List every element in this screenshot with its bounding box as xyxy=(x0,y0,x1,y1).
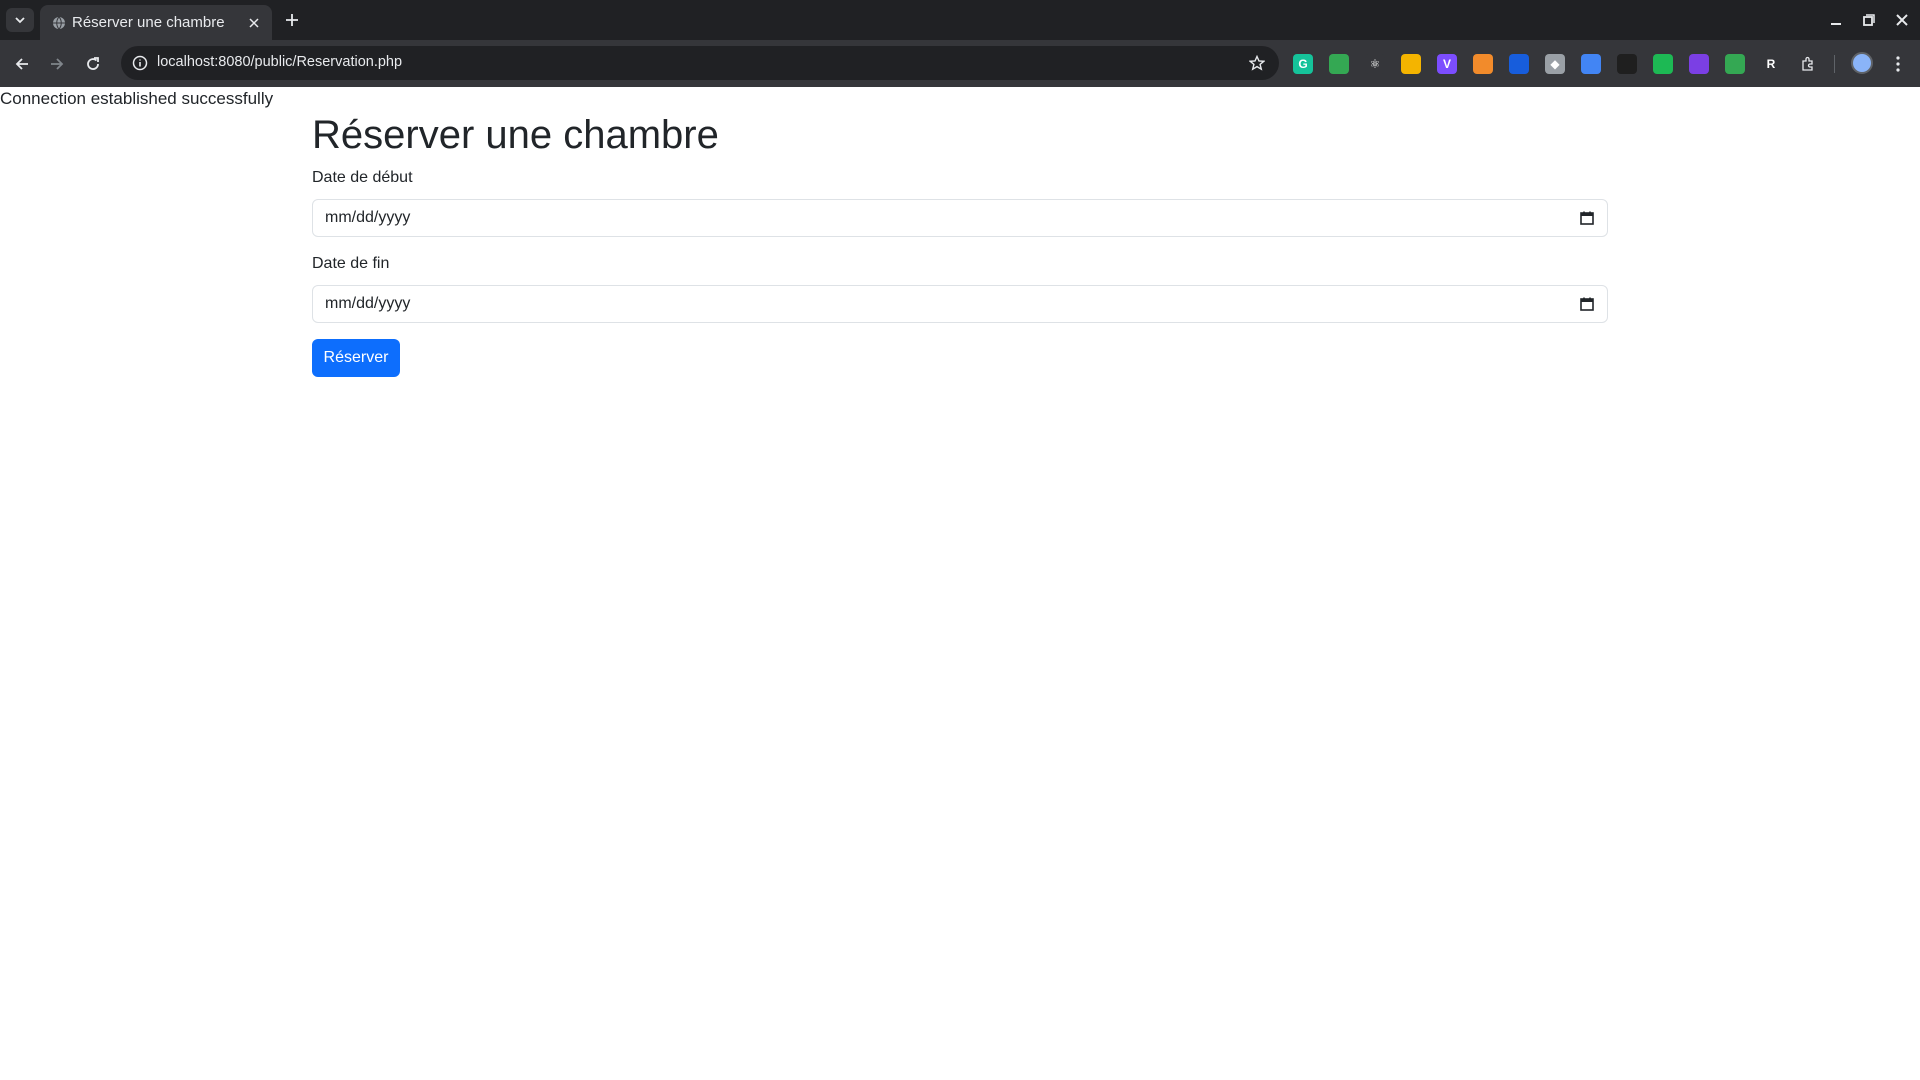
colorful-grid-extension-icon[interactable] xyxy=(1401,54,1421,74)
r-extension-icon[interactable]: R xyxy=(1761,54,1781,74)
address-bar[interactable]: localhost:8080/public/Reservation.php xyxy=(121,46,1279,80)
arrow-left-icon xyxy=(15,58,28,70)
info-icon xyxy=(132,55,148,71)
end-date-value: mm/dd/yyyy xyxy=(325,295,411,312)
toolbar-separator xyxy=(1834,55,1835,73)
reserve-button[interactable]: Réserver xyxy=(312,339,400,377)
browser-menu-button[interactable] xyxy=(1888,52,1908,76)
more-vert-icon xyxy=(1896,56,1900,72)
close-tab-button[interactable] xyxy=(244,13,264,33)
connection-status: Connection established successfully xyxy=(0,89,274,108)
mail-extension-icon[interactable] xyxy=(1725,54,1745,74)
reload-button[interactable] xyxy=(80,51,106,77)
page-title: Réserver une chambre xyxy=(312,113,719,157)
close-icon xyxy=(1896,14,1908,26)
puzzle-icon xyxy=(1802,56,1813,71)
shield-extension-icon[interactable] xyxy=(1329,54,1349,74)
purple-hex-extension-icon[interactable] xyxy=(1689,54,1709,74)
bookmark-button[interactable] xyxy=(1247,53,1267,73)
restore-icon xyxy=(1863,14,1875,26)
forward-button[interactable] xyxy=(44,51,70,77)
green-eye-extension-icon[interactable] xyxy=(1653,54,1673,74)
restore-button[interactable] xyxy=(1859,10,1879,30)
bitwarden-extension-icon[interactable] xyxy=(1509,54,1529,74)
tab-title: Réserver une chambre xyxy=(72,14,225,31)
vue-extension-icon[interactable]: V xyxy=(1437,54,1457,74)
url-text: localhost:8080/public/Reservation.php xyxy=(157,54,403,70)
close-icon xyxy=(249,18,259,28)
grammarly-icon[interactable]: G xyxy=(1293,54,1313,74)
page-content: Connection established successfully Rése… xyxy=(0,87,1920,1080)
new-tab-button[interactable] xyxy=(280,9,304,31)
ring-extension-icon[interactable] xyxy=(1581,54,1601,74)
end-date-label: Date de fin xyxy=(312,255,390,272)
chevron-down-icon xyxy=(15,17,25,24)
dark-extension-icon[interactable] xyxy=(1617,54,1637,74)
git-extension-icon[interactable]: ◆ xyxy=(1545,54,1565,74)
react-devtools-icon[interactable]: ⚛ xyxy=(1365,54,1385,74)
start-date-value: mm/dd/yyyy xyxy=(325,209,411,226)
end-date-input[interactable]: mm/dd/yyyy xyxy=(312,285,1608,323)
star-icon xyxy=(1249,55,1265,71)
calendar-icon[interactable] xyxy=(1579,210,1595,226)
extensions-button[interactable] xyxy=(1798,54,1818,74)
start-date-label: Date de début xyxy=(312,169,413,186)
active-tab[interactable]: Réserver une chambre xyxy=(40,5,272,40)
start-date-input[interactable]: mm/dd/yyyy xyxy=(312,199,1608,237)
reload-icon xyxy=(87,57,99,70)
close-window-button[interactable] xyxy=(1892,10,1912,30)
browser-toolbar: localhost:8080/public/Reservation.php G ⚛… xyxy=(0,40,1920,87)
minimize-button[interactable] xyxy=(1826,10,1846,30)
globe-icon xyxy=(53,16,65,30)
arrow-right-icon xyxy=(51,58,64,70)
calendar-icon[interactable] xyxy=(1579,296,1595,312)
site-info-button[interactable] xyxy=(130,53,150,73)
browser-tab-bar: Réserver une chambre xyxy=(0,0,1920,40)
ember-extension-icon[interactable] xyxy=(1473,54,1493,74)
back-button[interactable] xyxy=(9,51,35,77)
profile-avatar[interactable] xyxy=(1851,52,1873,74)
plus-icon xyxy=(286,14,298,26)
tab-search-button[interactable] xyxy=(6,8,34,32)
minimize-icon xyxy=(1831,23,1841,25)
